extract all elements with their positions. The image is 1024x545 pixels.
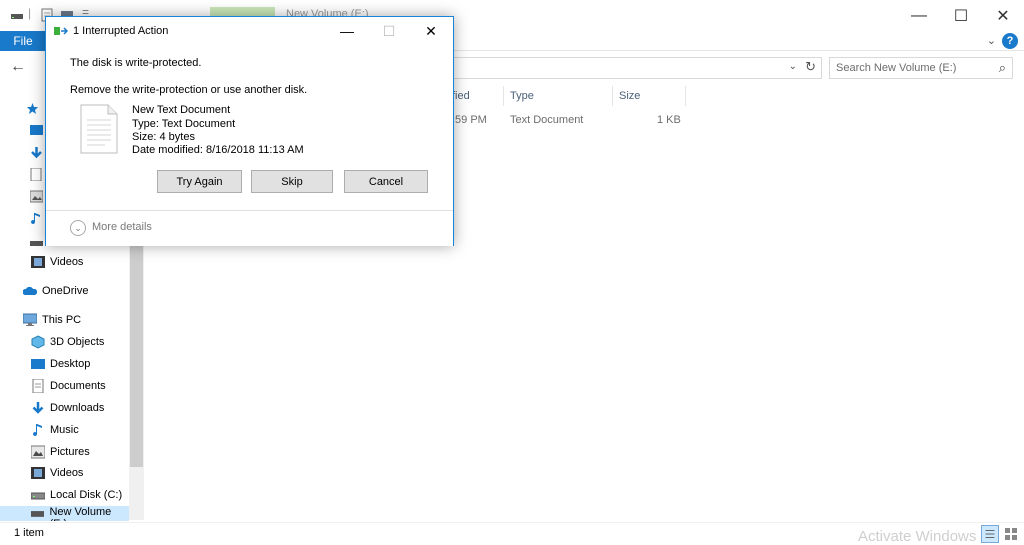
pictures-icon[interactable] — [30, 190, 43, 203]
dialog-title: 1 Interrupted Action — [73, 25, 169, 37]
address-bar[interactable]: ⌄ ↻ — [448, 57, 822, 79]
refresh-icon[interactable]: ↻ — [805, 59, 816, 75]
sidebar-item-downloads[interactable]: Downloads — [31, 398, 104, 418]
sidebar-item-videos[interactable]: Videos — [31, 463, 83, 483]
chevron-down-icon[interactable]: ⌄ — [987, 34, 996, 47]
sidebar-item-local-disk-c[interactable]: Local Disk (C:) — [31, 485, 122, 505]
downloads-icon[interactable] — [30, 146, 43, 159]
drive-icon[interactable] — [30, 236, 43, 249]
documents-icon — [32, 379, 44, 393]
onedrive-icon — [23, 286, 37, 295]
maximize-button[interactable]: ☐ — [938, 0, 984, 31]
sidebar-item-label: Videos — [50, 256, 84, 268]
drive-icon — [31, 492, 45, 500]
minimize-button[interactable]: — — [896, 0, 942, 31]
skip-button[interactable]: Skip — [251, 170, 333, 193]
music-icon[interactable] — [30, 212, 43, 225]
item-count: 1 item — [14, 527, 44, 539]
sidebar-item-desktop[interactable]: Desktop — [31, 354, 90, 374]
dialog-maximize-button: ☐ — [382, 22, 396, 39]
search-input[interactable]: Search New Volume (E:) — [836, 62, 956, 74]
sidebar-item-label: Videos — [50, 467, 84, 479]
3d-objects-icon — [31, 335, 45, 349]
search-box[interactable]: Search New Volume (E:) ⌕ — [829, 57, 1013, 79]
file-name: New Text Document — [132, 104, 231, 116]
sidebar-item-label: Downloads — [50, 402, 105, 414]
dialog-minimize-button[interactable]: — — [329, 20, 365, 42]
sidebar-item-documents[interactable]: Documents — [31, 376, 106, 396]
sidebar-item-label: OneDrive — [42, 285, 89, 297]
chevron-down-icon[interactable]: ⌄ — [789, 61, 797, 72]
pictures-icon — [31, 445, 45, 459]
sidebar-item-label: New Volume (E:) — [49, 506, 112, 521]
usb-drive-icon — [31, 511, 45, 517]
column-separator[interactable] — [685, 86, 686, 106]
sidebar-item-music[interactable]: Music — [31, 420, 79, 440]
dialog-instruction: Remove the write-protection or use anoth… — [70, 84, 308, 96]
videos-icon — [31, 467, 45, 479]
column-separator[interactable] — [612, 86, 613, 106]
sidebar-item-label: This PC — [42, 314, 82, 326]
drive-icon[interactable] — [10, 8, 24, 22]
column-separator[interactable] — [503, 86, 504, 106]
music-icon — [33, 424, 42, 437]
sidebar-item-label: 3D Objects — [50, 336, 105, 348]
documents-icon[interactable] — [30, 168, 43, 181]
file-move-icon — [54, 27, 68, 35]
sidebar-item-label: Music — [50, 424, 79, 436]
text-document-icon — [80, 104, 118, 154]
column-header-type[interactable]: Type — [510, 86, 534, 106]
column-header-date-modified[interactable]: fied — [452, 86, 470, 106]
dialog-footer: ⌄ More details — [46, 210, 453, 246]
sidebar-item-videos[interactable]: Videos — [31, 252, 83, 272]
sidebar-item-this-pc[interactable]: This PC — [23, 310, 81, 330]
file-modified-cell: :59 PM — [452, 114, 487, 126]
dialog-close-button[interactable]: ✕ — [413, 20, 449, 42]
sidebar-item-new-volume-e[interactable]: New Volume (E:) — [0, 506, 129, 521]
sidebar-item-onedrive[interactable]: OneDrive — [23, 281, 88, 301]
tab-file[interactable]: File — [0, 31, 46, 51]
videos-icon — [31, 256, 45, 268]
file-type-cell: Text Document — [510, 114, 584, 126]
quick-access-star-icon[interactable] — [26, 102, 39, 115]
sidebar-item-label: Desktop — [50, 358, 91, 370]
dialog-titlebar[interactable]: 1 Interrupted Action — ☐ ✕ — [46, 17, 453, 45]
sidebar-item-label: Pictures — [50, 446, 90, 458]
qa-separator: | — [28, 6, 32, 20]
sidebar-item-pictures[interactable]: Pictures — [31, 442, 90, 462]
file-date-modified: Date modified: 8/16/2018 11:13 AM — [132, 144, 304, 156]
sidebar-item-3d-objects[interactable]: 3D Objects — [31, 332, 104, 352]
large-icons-view-icon[interactable] — [1002, 525, 1020, 543]
column-header-size[interactable]: Size — [619, 86, 640, 106]
cancel-button[interactable]: Cancel — [344, 170, 428, 193]
back-arrow-icon[interactable]: ← — [10, 58, 26, 76]
sidebar-item-label: Local Disk (C:) — [50, 489, 123, 501]
try-again-button[interactable]: Try Again — [157, 170, 242, 193]
chevron-down-icon[interactable]: ⌄ — [70, 220, 86, 236]
downloads-icon — [32, 402, 44, 414]
this-pc-icon — [23, 313, 37, 326]
help-icon[interactable]: ? — [1002, 33, 1018, 49]
more-details-link[interactable]: More details — [92, 221, 152, 233]
search-icon[interactable]: ⌕ — [999, 60, 1006, 76]
activate-windows-watermark: Activate Windows — [858, 528, 977, 545]
file-type: Type: Text Document — [132, 118, 236, 130]
dialog-message: The disk is write-protected. — [70, 57, 202, 69]
desktop-icon[interactable] — [30, 124, 43, 137]
sidebar-item-label: Documents — [50, 380, 106, 392]
desktop-icon — [31, 359, 45, 369]
file-size: Size: 4 bytes — [132, 131, 195, 143]
close-button[interactable]: ✕ — [980, 0, 1024, 31]
interrupted-action-dialog: 1 Interrupted Action — ☐ ✕ The disk is w… — [45, 16, 454, 246]
file-size-cell: 1 KB — [657, 114, 681, 126]
